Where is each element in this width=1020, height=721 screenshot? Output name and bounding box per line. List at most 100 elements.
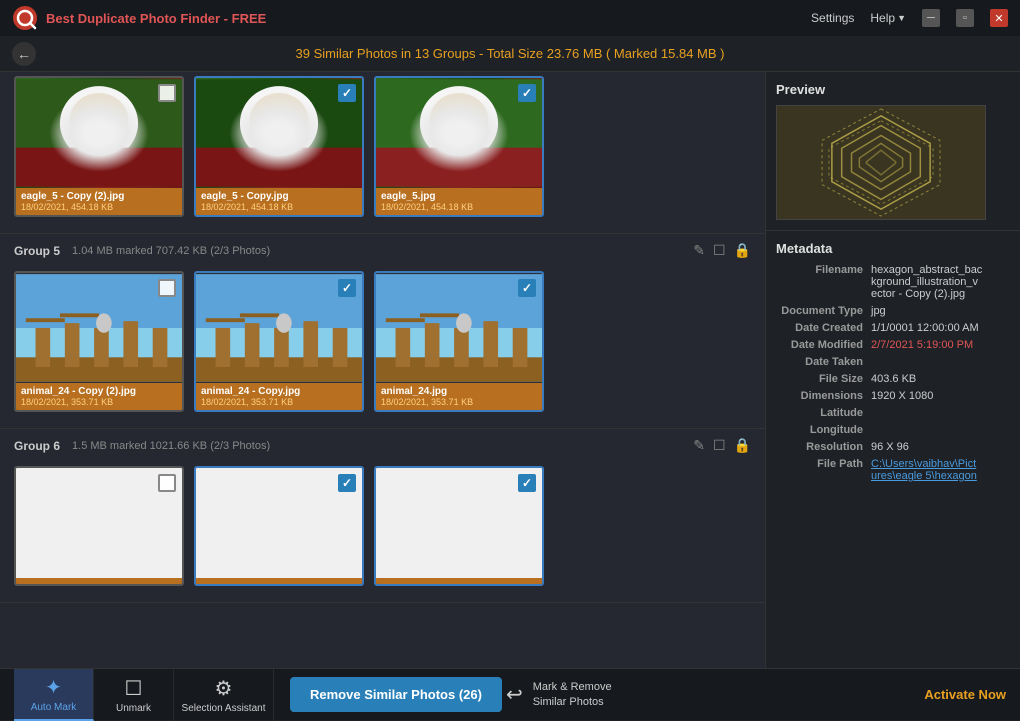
meta-val-filename: hexagon_abstract_background_illustration… xyxy=(871,264,1010,300)
meta-row-datetaken: Date Taken xyxy=(776,356,1010,368)
photo-label: eagle_5 - Copy.jpg 18/02/2021, 454.18 KB xyxy=(196,188,362,215)
photo-label xyxy=(16,578,182,584)
photo-label: eagle_5 - Copy (2).jpg 18/02/2021, 454.1… xyxy=(16,188,182,215)
unmark-icon: ☐ xyxy=(125,676,143,701)
auto-mark-icon: ✦ xyxy=(45,675,62,700)
photo-card[interactable] xyxy=(194,466,364,586)
photo-filename: animal_24 - Copy (2).jpg xyxy=(21,386,177,397)
selection-assistant-icon: ⚙ xyxy=(215,676,233,701)
checkbox-checked[interactable] xyxy=(338,84,356,102)
photo-card[interactable]: animal_24.jpg 18/02/2021, 353.71 KB xyxy=(374,271,544,412)
settings-button[interactable]: Settings xyxy=(811,11,854,25)
meta-key: Date Modified xyxy=(776,339,871,351)
lock-icon[interactable]: 🔒 xyxy=(734,242,751,259)
app-title-text: Best Duplicate Photo Finder - xyxy=(46,11,232,26)
bottom-bar: ✦ Auto Mark ☐ Unmark ⚙ Selection Assista… xyxy=(0,668,1020,720)
unmark-tool[interactable]: ☐ Unmark xyxy=(94,669,174,721)
meta-val-datemod: 2/7/2021 5:19:00 PM xyxy=(871,339,1010,351)
remove-similar-button[interactable]: Remove Similar Photos (26) xyxy=(290,677,502,712)
meta-val-filepath[interactable]: C:\Users\vaibhav\Pictures\eagle 5\hexago… xyxy=(871,458,1010,482)
photo-label: animal_24.jpg 18/02/2021, 353.71 KB xyxy=(376,383,542,410)
help-button[interactable]: Help ▼ xyxy=(870,11,906,25)
preview-title: Preview xyxy=(776,82,1010,97)
photo-filename: eagle_5.jpg xyxy=(381,191,537,202)
checkbox-checked[interactable] xyxy=(338,474,356,492)
photo-label: eagle_5.jpg 18/02/2021, 454.18 KB xyxy=(376,188,542,215)
auto-mark-label: Auto Mark xyxy=(31,702,77,713)
app-logo xyxy=(12,5,38,31)
subheader: ← 39 Similar Photos in 13 Groups - Total… xyxy=(0,36,1020,72)
checkbox-unchecked[interactable] xyxy=(158,84,176,102)
photo-checkbox[interactable] xyxy=(158,84,176,102)
photo-card[interactable]: animal_24 - Copy (2).jpg 18/02/2021, 353… xyxy=(14,271,184,412)
checkbox-icon[interactable]: ☐ xyxy=(713,437,726,454)
photo-card[interactable] xyxy=(14,466,184,586)
group-6-info: 1.5 MB marked 1021.66 KB (2/3 Photos) xyxy=(72,440,693,452)
photo-scroll-area[interactable]: eagle_5 - Copy (2).jpg 18/02/2021, 454.1… xyxy=(0,72,765,668)
group-5-name: Group 5 xyxy=(14,244,60,258)
metadata-title: Metadata xyxy=(776,241,1010,256)
close-button[interactable]: ✕ xyxy=(990,9,1008,27)
photo-card[interactable] xyxy=(374,466,544,586)
maximize-button[interactable]: ▫ xyxy=(956,9,974,27)
meta-key: File Path xyxy=(776,458,871,470)
photo-checkbox[interactable] xyxy=(518,84,536,102)
titlebar-left: Best Duplicate Photo Finder - FREE xyxy=(12,5,266,31)
group-6-photos xyxy=(0,462,765,594)
photo-checkbox[interactable] xyxy=(338,474,356,492)
meta-val-datecreated: 1/1/0001 12:00:00 AM xyxy=(871,322,1010,334)
lock-icon[interactable]: 🔒 xyxy=(734,437,751,454)
group-4-container: eagle_5 - Copy (2).jpg 18/02/2021, 454.1… xyxy=(0,72,765,234)
meta-row-resolution: Resolution 96 X 96 xyxy=(776,441,1010,453)
photo-card[interactable]: animal_24 - Copy.jpg 18/02/2021, 353.71 … xyxy=(194,271,364,412)
app-title: Best Duplicate Photo Finder - FREE xyxy=(46,11,266,26)
meta-val-filesize: 403.6 KB xyxy=(871,373,1010,385)
photo-card[interactable]: eagle_5 - Copy (2).jpg 18/02/2021, 454.1… xyxy=(14,76,184,217)
photo-label: animal_24 - Copy.jpg 18/02/2021, 353.71 … xyxy=(196,383,362,410)
selection-assistant-tool[interactable]: ⚙ Selection Assistant xyxy=(174,669,274,721)
checkbox-unchecked[interactable] xyxy=(158,474,176,492)
edit-icon[interactable]: ✎ xyxy=(693,242,705,259)
photo-checkbox[interactable] xyxy=(158,279,176,297)
photo-checkbox[interactable] xyxy=(518,279,536,297)
meta-row-latitude: Latitude xyxy=(776,407,1010,419)
photo-checkbox[interactable] xyxy=(518,474,536,492)
checkbox-checked[interactable] xyxy=(518,84,536,102)
arrow-icon: ↩ xyxy=(506,682,523,707)
mark-remove-text: Mark & Remove Similar Photos xyxy=(533,680,613,709)
photo-fileinfo: 18/02/2021, 353.71 KB xyxy=(201,397,357,407)
photo-checkbox[interactable] xyxy=(158,474,176,492)
group-6-header: Group 6 1.5 MB marked 1021.66 KB (2/3 Ph… xyxy=(0,429,765,462)
minimize-button[interactable]: ─ xyxy=(922,9,940,27)
checkbox-checked[interactable] xyxy=(338,279,356,297)
preview-image xyxy=(776,105,986,220)
checkbox-icon[interactable]: ☐ xyxy=(713,242,726,259)
photo-checkbox[interactable] xyxy=(338,279,356,297)
meta-key: Date Taken xyxy=(776,356,871,368)
meta-row-filepath: File Path C:\Users\vaibhav\Pictures\eagl… xyxy=(776,458,1010,482)
photo-checkbox[interactable] xyxy=(338,84,356,102)
titlebar: Best Duplicate Photo Finder - FREE Setti… xyxy=(0,0,1020,36)
edit-icon[interactable]: ✎ xyxy=(693,437,705,454)
photo-filename: animal_24.jpg xyxy=(381,386,537,397)
meta-row-filename: Filename hexagon_abstract_background_ill… xyxy=(776,264,1010,300)
checkbox-checked[interactable] xyxy=(518,279,536,297)
meta-row-datemod: Date Modified 2/7/2021 5:19:00 PM xyxy=(776,339,1010,351)
back-button[interactable]: ← xyxy=(12,42,36,66)
meta-row-doctype: Document Type jpg xyxy=(776,305,1010,317)
group-5-header: Group 5 1.04 MB marked 707.42 KB (2/3 Ph… xyxy=(0,234,765,267)
photo-card[interactable]: eagle_5.jpg 18/02/2021, 454.18 KB xyxy=(374,76,544,217)
photo-filename: animal_24 - Copy.jpg xyxy=(201,386,357,397)
photo-fileinfo: 18/02/2021, 353.71 KB xyxy=(381,397,537,407)
hexagon-preview xyxy=(777,106,985,219)
activate-now-button[interactable]: Activate Now xyxy=(924,687,1006,702)
group-6-actions: ✎ ☐ 🔒 xyxy=(693,437,751,454)
unmark-label: Unmark xyxy=(116,703,151,714)
auto-mark-tool[interactable]: ✦ Auto Mark xyxy=(14,669,94,721)
group-5-photos: animal_24 - Copy (2).jpg 18/02/2021, 353… xyxy=(0,267,765,420)
checkbox-checked[interactable] xyxy=(518,474,536,492)
meta-key: Document Type xyxy=(776,305,871,317)
selection-assistant-label: Selection Assistant xyxy=(182,703,266,714)
photo-card[interactable]: eagle_5 - Copy.jpg 18/02/2021, 454.18 KB xyxy=(194,76,364,217)
checkbox-unchecked[interactable] xyxy=(158,279,176,297)
